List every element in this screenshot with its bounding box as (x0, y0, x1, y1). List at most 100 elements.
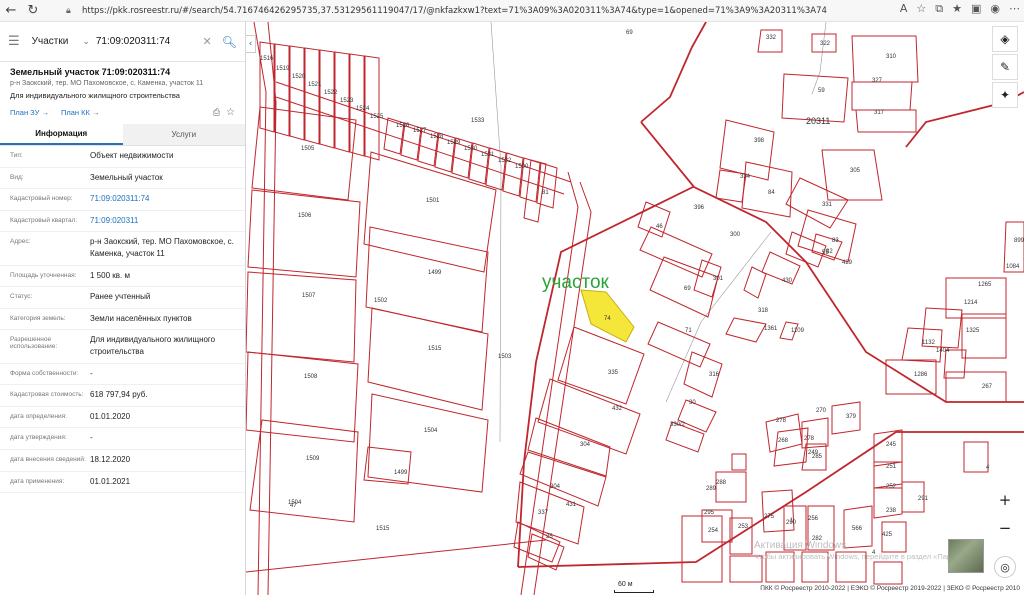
address-bar[interactable]: 🔒︎ https://pkk.rosreestr.ru/#/search/54.… (60, 3, 940, 19)
parcel-label: 238 (886, 508, 897, 514)
parcel-label: 337 (538, 510, 549, 516)
cadastral-map[interactable]: 6915161519152015211522152315241525152615… (246, 22, 1024, 595)
plan-kk-link[interactable]: План КК → (61, 108, 100, 117)
parcel (367, 307, 489, 411)
parcel (715, 471, 747, 503)
parcel-label: 304 (580, 442, 591, 448)
parcel-label: 334 (740, 174, 751, 180)
refresh-icon[interactable]: ↻ (22, 0, 44, 22)
parcel-label: 1522 (324, 90, 338, 96)
parcel-label: 331 (822, 202, 833, 208)
parcel-label: 1214 (964, 300, 978, 306)
parcel (363, 446, 412, 485)
parcel-label: 4 (986, 465, 990, 471)
parcel-label: 278 (804, 436, 815, 442)
parcel-label: 84 (768, 190, 775, 196)
parcel (943, 349, 967, 379)
attribute-row: дата применения: 01.01.2021 (0, 472, 245, 494)
parcel (945, 277, 1007, 319)
parcel-label: 30 (689, 400, 696, 406)
attribute-value[interactable]: 71:09:020311 (90, 215, 235, 227)
attribute-key: Тип: (10, 152, 23, 159)
attribute-key: Площадь уточненная: (10, 271, 77, 279)
attribute-key: Разрешенное использование: (10, 336, 58, 351)
star-icon[interactable]: ☆ (226, 107, 235, 118)
parcel-label: 1532 (498, 158, 512, 164)
my-location-icon[interactable]: ◎ (994, 556, 1016, 578)
parcel-label: 335 (608, 370, 619, 376)
search-type-select[interactable]: Участки (32, 36, 69, 47)
attribute-row: Разрешенное использование: Для индивидуал… (0, 330, 245, 364)
parcel-label: 249 (808, 450, 819, 456)
parcel-label: 1524 (356, 106, 370, 112)
plan-zu-link[interactable]: План ЗУ → (10, 108, 49, 117)
tab-info[interactable]: Информация (0, 124, 123, 145)
object-address: р-н Заокский, тер. МО Пахомовское, с. Ка… (10, 80, 204, 87)
collections-icon[interactable]: ▣ (971, 2, 981, 16)
parcel (757, 29, 783, 53)
browser-tools: A ☆ ⧉ ★ ▣ ◉ ⋯ (900, 2, 1020, 16)
attribute-value: р-н Заокский, тер. МО Пахомовское, с. Ка… (90, 237, 234, 258)
parcel-label: 289 (706, 486, 717, 492)
road-line (811, 22, 827, 95)
attribute-row: Кадастровый квартал: 71:09:020311 (0, 211, 245, 233)
parcel-label: 425 (882, 532, 893, 538)
parcel-label: 1501 (426, 198, 440, 204)
parcel-label: 899 (1014, 238, 1024, 244)
print-icon[interactable]: ⎙ (213, 108, 220, 118)
parcel-label: 330/2 (670, 422, 686, 428)
attribute-key: Форма собственности: (10, 369, 79, 377)
parcel (647, 321, 711, 368)
map-area[interactable]: 69 1516 1519 1520 1521 1522 1523 1524 1525 1526 15… (246, 22, 1024, 595)
read-aloud-icon[interactable]: A (900, 2, 908, 16)
collapse-panel-icon[interactable]: ‹ (246, 35, 256, 53)
parcel-label: 566 (852, 526, 863, 532)
attribute-key: Адрес: (10, 238, 31, 246)
attribute-key: дата применения: (10, 477, 65, 485)
chevron-down-icon[interactable]: ⌄ (82, 37, 90, 47)
attribute-value: 1 500 кв. м (90, 270, 130, 280)
parcel-label: 398 (754, 138, 765, 144)
attribute-row: Адрес: р-н Заокский, тер. МО Пахомовское,… (0, 232, 245, 266)
attribute-value: Земельный участок (90, 172, 163, 182)
menu-icon[interactable]: ☰ (8, 34, 20, 49)
parcel-label: 1515 (376, 526, 390, 532)
parcel-label: 254 (708, 528, 719, 534)
zoom-out-button[interactable]: − (992, 516, 1018, 540)
attribute-row: Форма собственности: - (0, 364, 245, 386)
profile-icon[interactable]: ◉ (990, 2, 1000, 16)
clear-icon[interactable]: ✕ (203, 35, 212, 48)
back-icon[interactable]: ← (0, 0, 22, 22)
scale-label: 60 м (618, 581, 633, 588)
strip-parcel (274, 43, 290, 137)
plan-links: План ЗУ → План КК → ⎙ ☆ (0, 100, 245, 118)
street-edge (246, 539, 547, 573)
search-icon[interactable]: 🔍︎ (222, 35, 237, 49)
favorites-icon[interactable]: ★ (952, 2, 962, 16)
parcel-label: 1516 (260, 56, 274, 62)
layers-icon[interactable]: ◈ (992, 26, 1018, 52)
parcel-label: 81 (542, 190, 549, 196)
parcel-label: 379 (846, 414, 857, 420)
parcel (731, 453, 747, 471)
parcel-label: 1265 (978, 282, 992, 288)
search-input[interactable]: 71:09:020311:74 (96, 36, 203, 47)
locate-icon[interactable]: ✦ (992, 82, 1018, 108)
parcel-label: 288 (716, 480, 727, 486)
more-icon[interactable]: ⋯ (1009, 2, 1020, 16)
parcel-label: 1521 (308, 82, 322, 88)
attribute-value[interactable]: 71:09:020311:74 (90, 193, 235, 205)
attribute-row: дата утверждения: - (0, 428, 245, 450)
parcel-label: 267 (982, 384, 993, 390)
split-icon[interactable]: ⧉ (935, 2, 943, 16)
parcel (945, 371, 1007, 403)
ruler-icon[interactable]: ✎ (992, 54, 1018, 80)
parcel-label: 1505 (301, 146, 315, 152)
attribute-value: 18.12.2020 (90, 454, 131, 464)
tab-services[interactable]: Услуги (122, 124, 245, 145)
zoom-in-button[interactable]: + (992, 488, 1018, 512)
parcel-label: 1508 (304, 374, 318, 380)
basemap-switch[interactable] (948, 539, 984, 573)
parcel-label: 1500 (515, 164, 529, 170)
favorite-icon[interactable]: ☆ (916, 2, 926, 16)
